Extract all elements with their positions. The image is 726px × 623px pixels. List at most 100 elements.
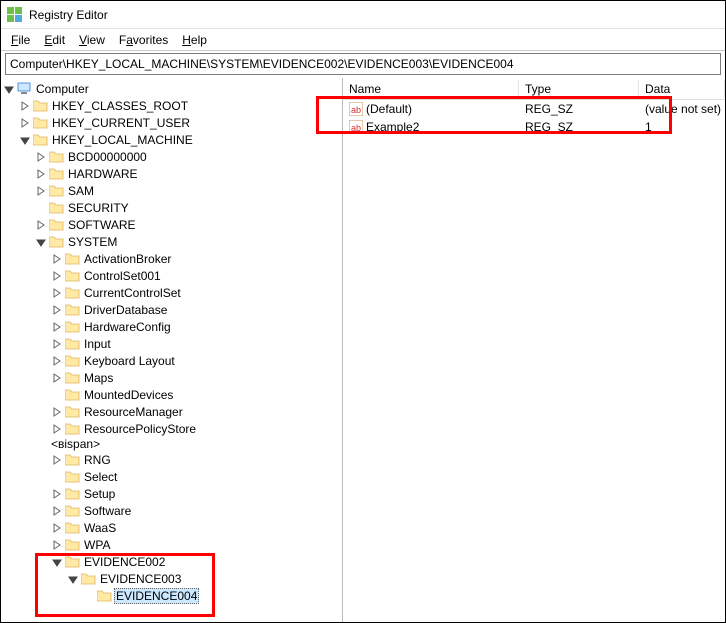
menu-favorites[interactable]: Favorites (113, 31, 174, 49)
tree-item[interactable]: WaaS (51, 519, 342, 536)
chevron-right-icon[interactable] (19, 100, 31, 112)
tree-item[interactable]: DriverDatabase (51, 301, 342, 318)
value-row[interactable]: Example2 REG_SZ 1 (343, 118, 725, 136)
string-value-icon (349, 120, 363, 134)
chevron-right-icon[interactable] (51, 505, 63, 517)
tree-label: HKEY_LOCAL_MACHINE (50, 133, 195, 147)
chevron-right-icon[interactable] (51, 406, 63, 418)
chevron-right-icon[interactable] (35, 185, 47, 197)
tree-label: HKEY_CLASSES_ROOT (50, 99, 190, 113)
chevron-right-icon[interactable] (51, 454, 63, 466)
chevron-down-icon[interactable] (35, 236, 47, 248)
chevron-right-icon[interactable] (51, 270, 63, 282)
chevron-right-icon[interactable] (51, 355, 63, 367)
tree-label: MountedDevices (82, 388, 175, 402)
chevron-right-icon[interactable] (51, 372, 63, 384)
tree-item[interactable]: SECURITY (35, 199, 342, 216)
tree-item[interactable]: ResourceManager (51, 403, 342, 420)
folder-icon (49, 167, 64, 180)
tree-item[interactable]: ResourcePolicyStore (51, 420, 342, 437)
chevron-right-icon[interactable] (35, 151, 47, 163)
chevron-right-icon[interactable] (51, 287, 63, 299)
chevron-right-icon[interactable] (51, 522, 63, 534)
folder-icon (65, 504, 80, 517)
menubar: File Edit View Favorites Help (1, 29, 725, 51)
tree-label: ResourcePolicyStore (82, 422, 198, 436)
tree-item[interactable]: ActivationBroker (51, 250, 342, 267)
tree-label: Computer (34, 82, 91, 96)
tree-label: ActivationBroker (82, 252, 173, 266)
titlebar: Registry Editor (1, 1, 725, 29)
value-name: (Default) (366, 102, 412, 116)
tree-item[interactable]: RNG (51, 451, 342, 468)
tree-item[interactable]: WPA (51, 536, 342, 553)
col-header-type[interactable]: Type (519, 80, 639, 98)
value-data: 1 (639, 120, 725, 134)
tree-item[interactable]: HardwareConfig (51, 318, 342, 335)
tree-label: WaaS (82, 521, 118, 535)
folder-icon (49, 235, 64, 248)
menu-file[interactable]: File (5, 31, 36, 49)
chevron-right-icon[interactable] (51, 423, 63, 435)
tree-hkcr[interactable]: HKEY_CLASSES_ROOT (19, 97, 342, 114)
folder-icon (49, 201, 64, 214)
tree-evidence003[interactable]: EVIDENCE003 (67, 570, 342, 587)
folder-icon (65, 303, 80, 316)
folder-icon (65, 269, 80, 282)
tree-hkcu[interactable]: HKEY_CURRENT_USER (19, 114, 342, 131)
menu-edit[interactable]: Edit (38, 31, 71, 49)
tree-item[interactable]: Setup (51, 485, 342, 502)
chevron-down-icon[interactable] (51, 556, 63, 568)
chevron-right-icon[interactable] (35, 219, 47, 231)
address-bar[interactable]: Computer\HKEY_LOCAL_MACHINE\SYSTEM\EVIDE… (5, 53, 721, 75)
values-pane[interactable]: Name Type Data (Default) REG_SZ (value n… (343, 78, 725, 622)
tree-system[interactable]: SYSTEM (35, 233, 342, 250)
tree-label: Software (82, 504, 133, 518)
chevron-right-icon[interactable] (51, 488, 63, 500)
tree-evidence002[interactable]: EVIDENCE002 (51, 553, 342, 570)
tree-computer[interactable]: Computer (3, 80, 342, 97)
tree-item[interactable]: SAM (35, 182, 342, 199)
chevron-down-icon[interactable] (19, 134, 31, 146)
tree-item[interactable]: Select (51, 468, 342, 485)
tree-item[interactable]: Keyboard Layout (51, 352, 342, 369)
folder-icon (65, 252, 80, 265)
tree-label: Setup (82, 487, 117, 501)
chevron-right-icon[interactable] (51, 304, 63, 316)
tree-item[interactable]: ControlSet001 (51, 267, 342, 284)
chevron-down-icon[interactable] (67, 573, 79, 585)
chevron-right-icon[interactable] (19, 117, 31, 129)
chevron-right-icon[interactable] (51, 253, 63, 265)
folder-icon (65, 337, 80, 350)
tree-pane[interactable]: Computer HKEY_CLASSES_ROOT HKEY_CURRENT_… (1, 78, 343, 622)
tree-item[interactable]: MountedDevices (51, 386, 342, 403)
chevron-right-icon[interactable] (35, 168, 47, 180)
value-row[interactable]: (Default) REG_SZ (value not set) (343, 100, 725, 118)
tree-evidence004[interactable]: EVIDENCE004 (83, 587, 342, 604)
tree-item[interactable]: HARDWARE (35, 165, 342, 182)
tree-item[interactable]: Software (51, 502, 342, 519)
folder-icon (33, 99, 48, 112)
menu-view[interactable]: View (73, 31, 111, 49)
folder-icon (49, 184, 64, 197)
tree-item[interactable]: Maps (51, 369, 342, 386)
chevron-right-icon[interactable] (51, 539, 63, 551)
menu-help[interactable]: Help (176, 31, 213, 49)
tree-label: Maps (82, 371, 115, 385)
tree-item[interactable]: Input (51, 335, 342, 352)
tree-item[interactable]: CurrentControlSet (51, 284, 342, 301)
tree-hklm[interactable]: HKEY_LOCAL_MACHINE (19, 131, 342, 148)
col-header-name[interactable]: Name (343, 80, 519, 98)
col-header-data[interactable]: Data (639, 80, 725, 98)
folder-icon (65, 320, 80, 333)
value-type: REG_SZ (519, 120, 639, 134)
folder-icon (65, 470, 80, 483)
tree-item[interactable]: BCD00000000 (35, 148, 342, 165)
chevron-down-icon[interactable] (3, 83, 15, 95)
folder-icon (81, 572, 96, 585)
chevron-right-icon[interactable] (51, 321, 63, 333)
folder-icon (65, 388, 80, 401)
tree-item[interactable]: SOFTWARE (35, 216, 342, 233)
chevron-right-icon[interactable] (51, 338, 63, 350)
folder-icon (65, 371, 80, 384)
